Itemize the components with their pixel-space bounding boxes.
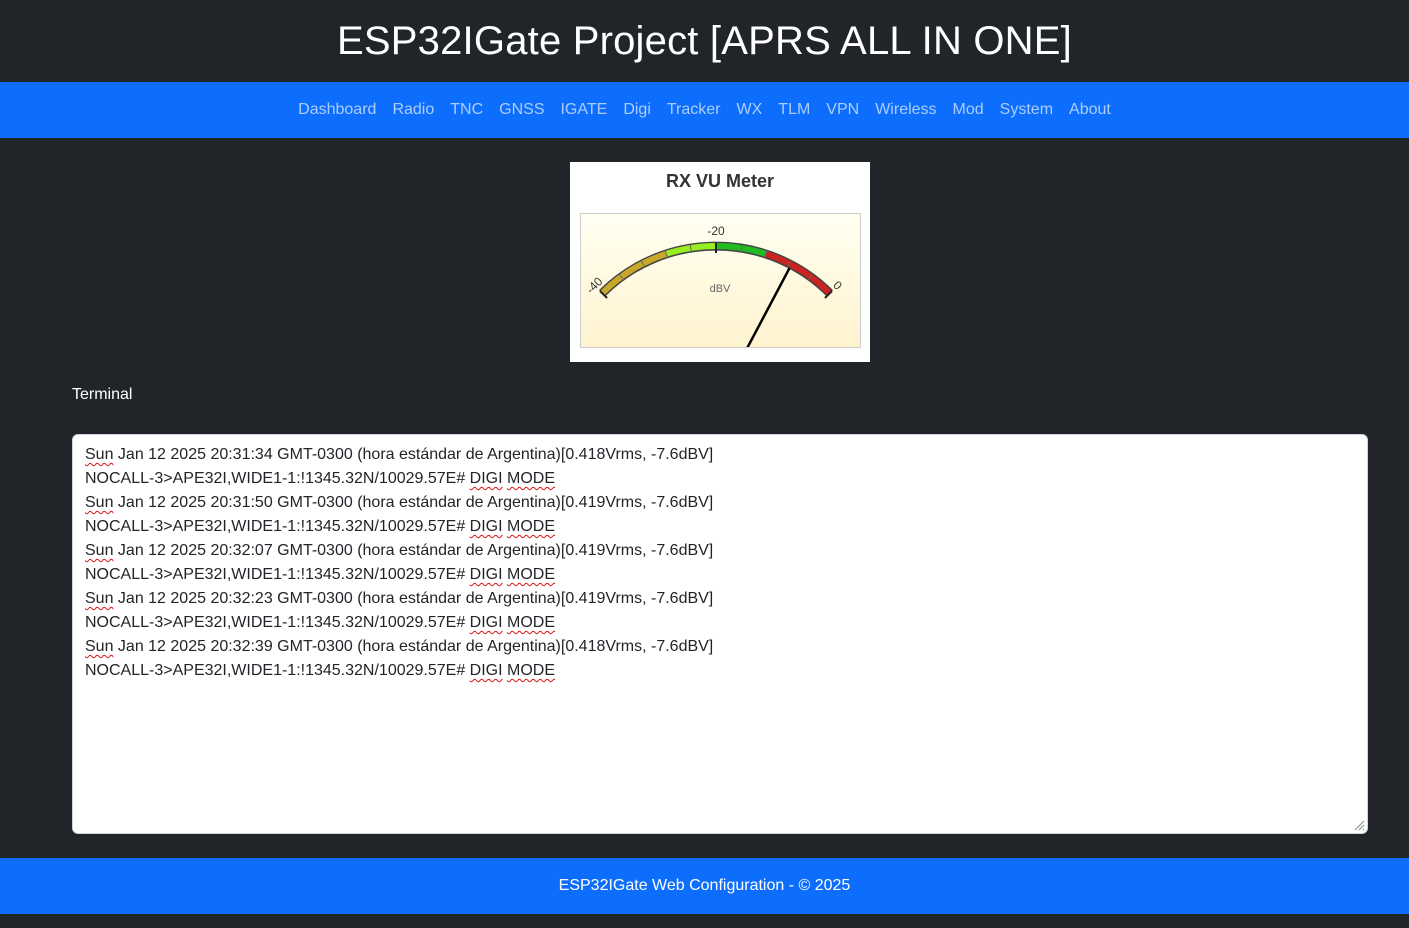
terminal-line: Sun Jan 12 2025 20:32:07 GMT-0300 (hora … (85, 539, 1355, 563)
spellcheck-word: MODE (507, 614, 556, 631)
terminal-line: Sun Jan 12 2025 20:31:50 GMT-0300 (hora … (85, 491, 1355, 515)
terminal-text: NOCALL-3>APE32I,WIDE1-1:!1345.32N/10029.… (85, 566, 470, 583)
terminal-line: Sun Jan 12 2025 20:32:39 GMT-0300 (hora … (85, 635, 1355, 659)
spellcheck-word: DIGI (469, 614, 503, 631)
spellcheck-word: MODE (507, 662, 556, 679)
spellcheck-word: MODE (507, 566, 556, 583)
terminal-line: Sun Jan 12 2025 20:32:23 GMT-0300 (hora … (85, 587, 1355, 611)
nav-menu: Dashboard Radio TNC GNSS IGATE Digi Trac… (290, 93, 1119, 127)
nav-item-igate[interactable]: IGATE (552, 93, 615, 127)
nav-item-mod[interactable]: Mod (945, 93, 992, 127)
terminal-text: NOCALL-3>APE32I,WIDE1-1:!1345.32N/10029.… (85, 614, 470, 631)
vu-meter-card: RX VU Meter -40 -20 0 dBV (570, 162, 870, 362)
spellcheck-word: MODE (507, 470, 556, 487)
nav-item-vpn[interactable]: VPN (818, 93, 867, 127)
vu-tick-label-mid: -20 (707, 224, 725, 238)
terminal-text: NOCALL-3>APE32I,WIDE1-1:!1345.32N/10029.… (85, 518, 470, 535)
terminal-text: NOCALL-3>APE32I,WIDE1-1:!1345.32N/10029.… (85, 662, 470, 679)
terminal-line: Sun Jan 12 2025 20:31:34 GMT-0300 (hora … (85, 443, 1355, 467)
nav-item-wireless[interactable]: Wireless (867, 93, 944, 127)
terminal-text: Jan 12 2025 20:32:39 GMT-0300 (hora está… (113, 638, 714, 655)
terminal-line: NOCALL-3>APE32I,WIDE1-1:!1345.32N/10029.… (85, 467, 1355, 491)
nav-item-radio[interactable]: Radio (384, 93, 442, 127)
nav-item-system[interactable]: System (992, 93, 1061, 127)
footer-text: ESP32IGate Web Configuration - © 2025 (558, 877, 851, 894)
vu-unit-label: dBV (710, 283, 731, 295)
nav-item-tracker[interactable]: Tracker (659, 93, 729, 127)
vu-meter-title: RX VU Meter (666, 171, 774, 191)
spellcheck-word: Sun (85, 446, 114, 463)
terminal-line: NOCALL-3>APE32I,WIDE1-1:!1345.32N/10029.… (85, 563, 1355, 587)
terminal-line: NOCALL-3>APE32I,WIDE1-1:!1345.32N/10029.… (85, 515, 1355, 539)
nav-item-dashboard[interactable]: Dashboard (290, 93, 384, 127)
spellcheck-word: DIGI (469, 518, 503, 535)
nav-item-gnss[interactable]: GNSS (491, 93, 552, 127)
terminal-textarea[interactable]: Sun Jan 12 2025 20:31:34 GMT-0300 (hora … (72, 434, 1368, 834)
spellcheck-word: DIGI (469, 470, 503, 487)
terminal-text: Jan 12 2025 20:32:07 GMT-0300 (hora está… (113, 542, 714, 559)
page-footer: ESP32IGate Web Configuration - © 2025 (0, 858, 1409, 914)
spellcheck-word: MODE (507, 518, 556, 535)
spellcheck-word: Sun (85, 638, 114, 655)
app-header: ESP32IGate Project [APRS ALL IN ONE] (0, 0, 1409, 82)
resize-handle-icon[interactable] (1353, 819, 1365, 831)
nav-item-tnc[interactable]: TNC (442, 93, 491, 127)
spellcheck-word: Sun (85, 590, 114, 607)
terminal-text: NOCALL-3>APE32I,WIDE1-1:!1345.32N/10029.… (85, 470, 470, 487)
vu-meter-chart: RX VU Meter -40 -20 0 dBV (580, 171, 861, 348)
terminal-line: NOCALL-3>APE32I,WIDE1-1:!1345.32N/10029.… (85, 611, 1355, 635)
main-content: RX VU Meter -40 -20 0 dBV Terminal Sun J… (0, 138, 1409, 858)
spellcheck-word: DIGI (469, 662, 503, 679)
terminal-text: Jan 12 2025 20:31:50 GMT-0300 (hora está… (113, 494, 714, 511)
spellcheck-word: Sun (85, 542, 114, 559)
terminal-label: Terminal (72, 386, 133, 403)
main-navbar: Dashboard Radio TNC GNSS IGATE Digi Trac… (0, 82, 1409, 138)
page-title: ESP32IGate Project [APRS ALL IN ONE] (337, 18, 1072, 63)
nav-item-wx[interactable]: WX (729, 93, 771, 127)
terminal-text: Jan 12 2025 20:32:23 GMT-0300 (hora está… (113, 590, 714, 607)
spellcheck-word: DIGI (469, 566, 503, 583)
nav-item-tlm[interactable]: TLM (770, 93, 818, 127)
spellcheck-word: Sun (85, 494, 114, 511)
terminal-line: NOCALL-3>APE32I,WIDE1-1:!1345.32N/10029.… (85, 659, 1355, 683)
nav-item-digi[interactable]: Digi (615, 93, 659, 127)
terminal-text: Jan 12 2025 20:31:34 GMT-0300 (hora está… (113, 446, 714, 463)
nav-item-about[interactable]: About (1061, 93, 1119, 127)
